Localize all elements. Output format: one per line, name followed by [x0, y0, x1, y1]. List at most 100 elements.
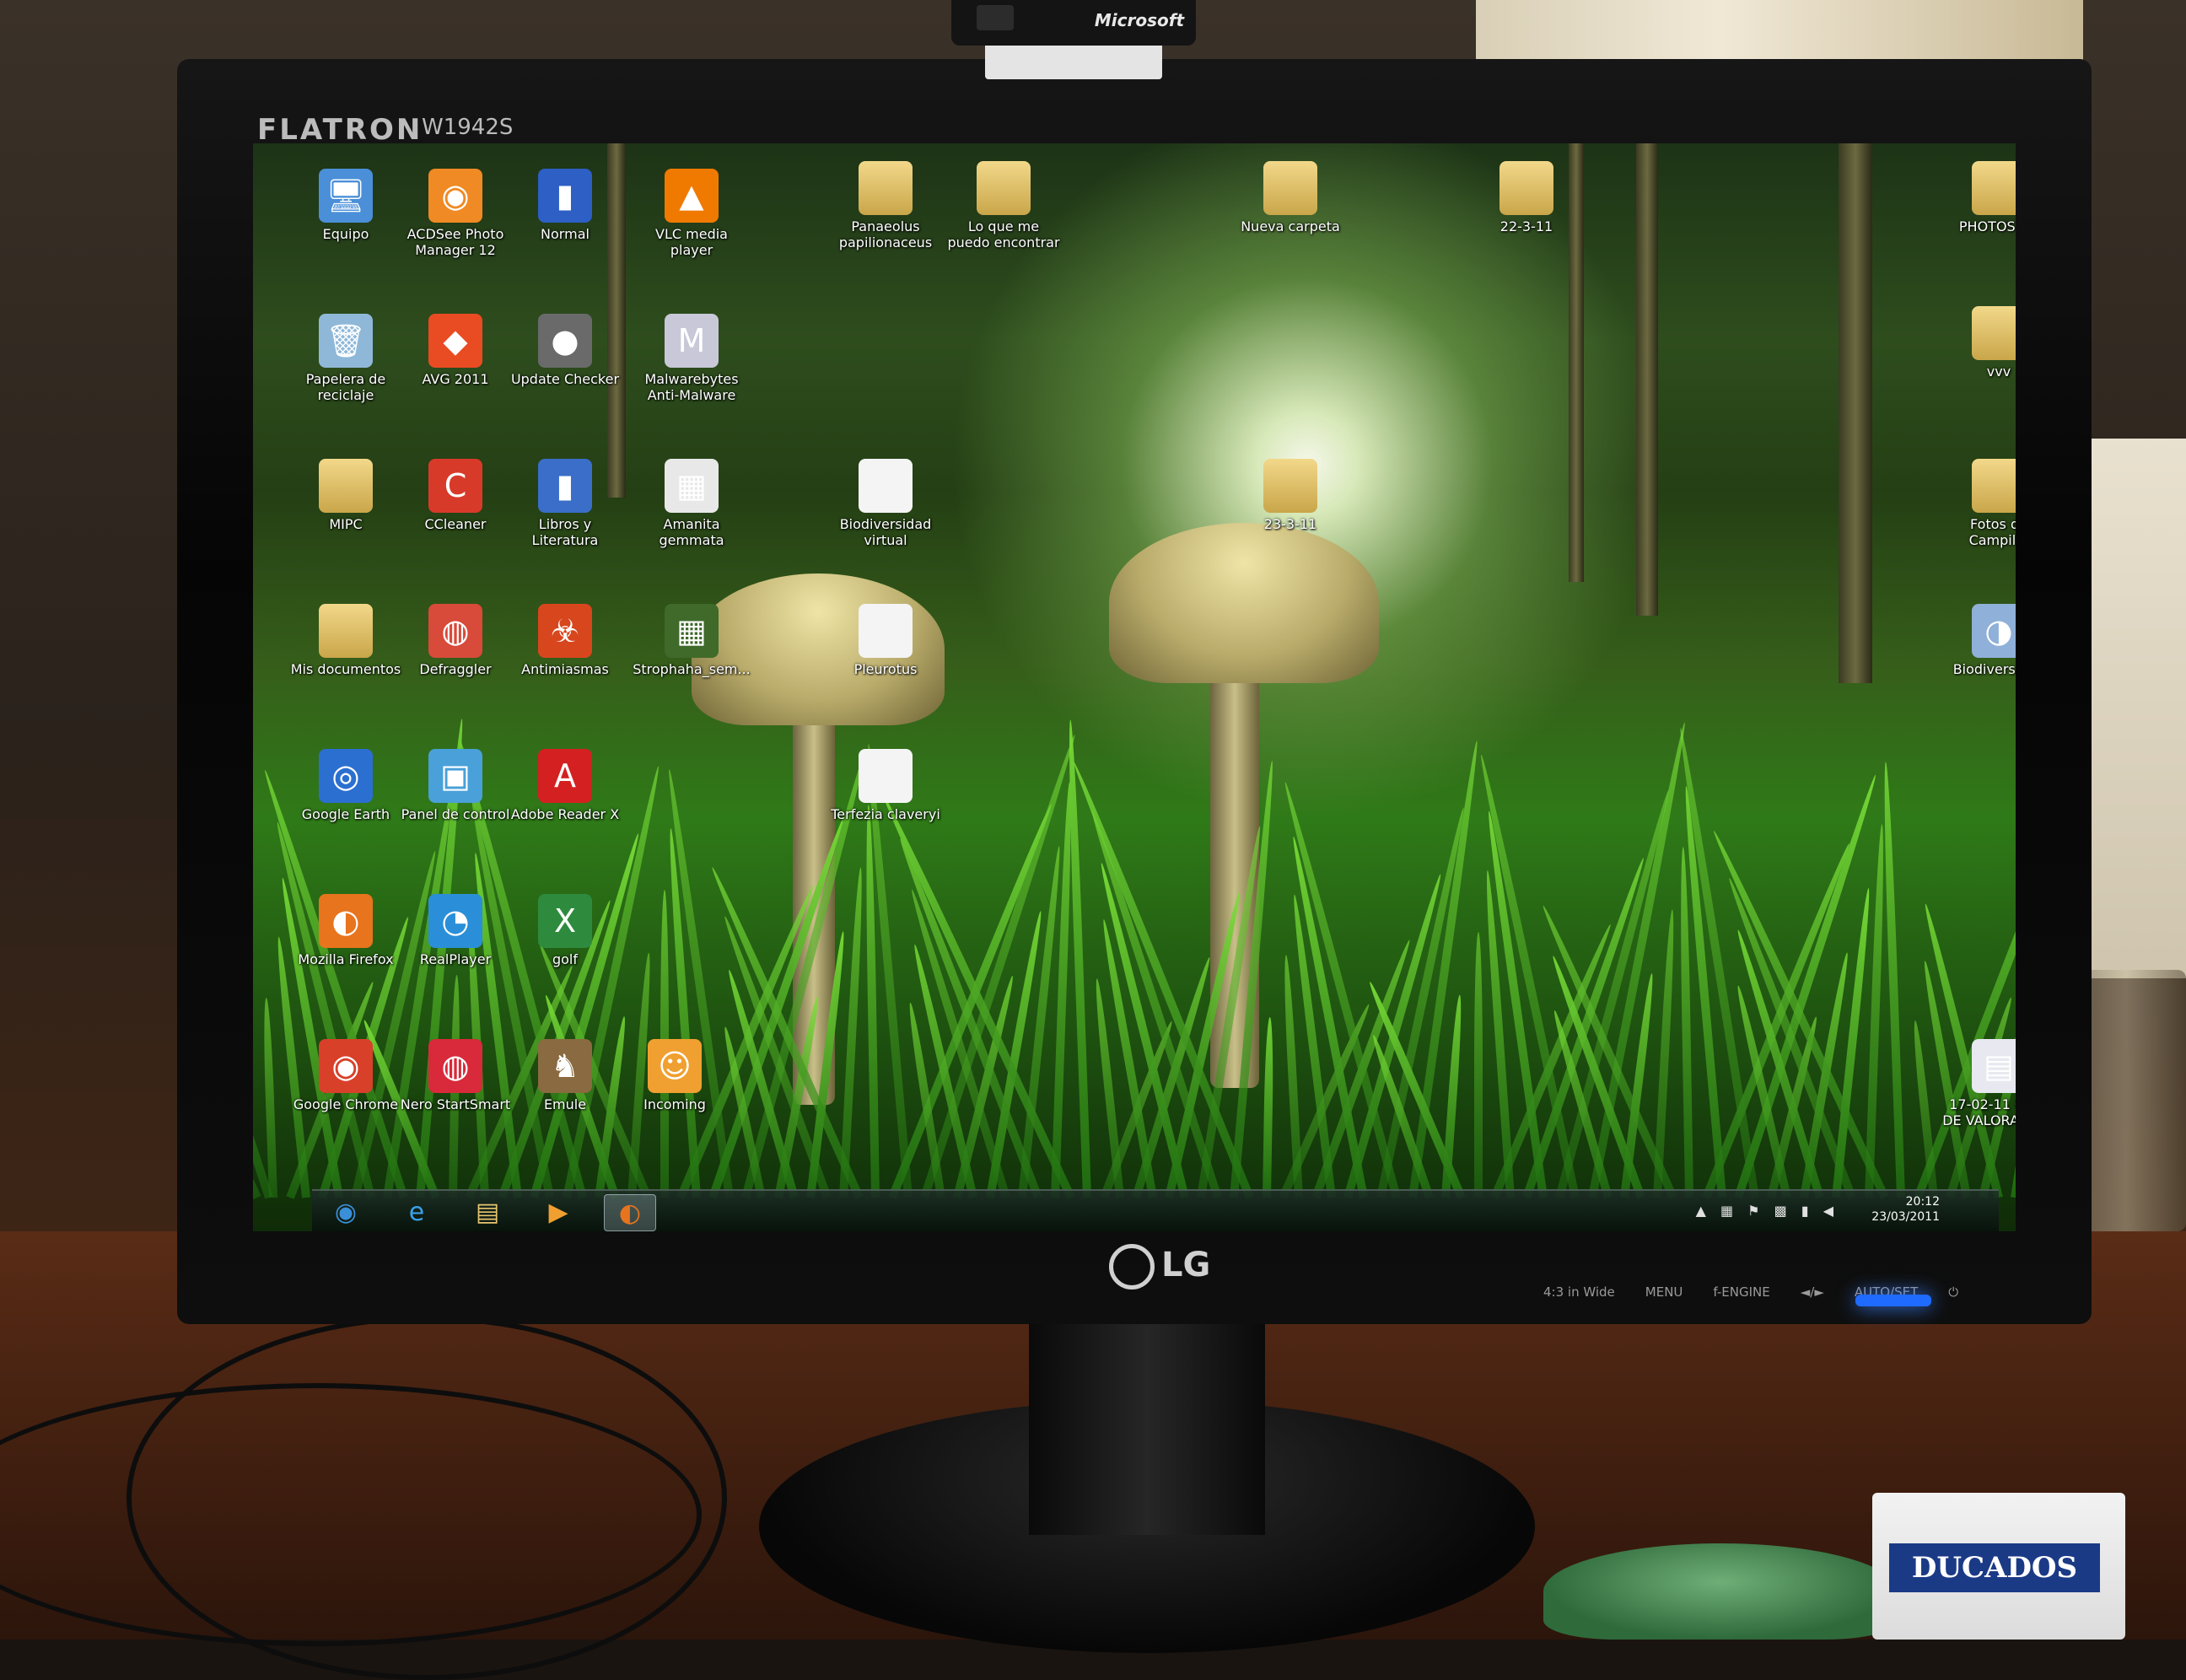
desktop-icon[interactable]: Biodiversidad virtual [826, 459, 945, 548]
desktop-icon[interactable]: C CCleaner [396, 459, 514, 532]
lg-logo-icon [1109, 1244, 1155, 1290]
desktop-icon[interactable]: ▮ Libros y Literatura [506, 459, 624, 548]
desktop-icon[interactable]: ▣ Panel de control [396, 749, 514, 822]
update-checker-icon: ● [538, 314, 592, 368]
monitor-button-label[interactable]: 4:3 in Wide [1543, 1284, 1615, 1300]
book-icon: ▮ [538, 459, 592, 513]
monitor-button-label[interactable]: ⏻ [1948, 1284, 1958, 1300]
desktop-icon[interactable]: ◆ AVG 2011 [396, 314, 514, 387]
desktop-icon[interactable]: ◑ Biodiversidad [1940, 604, 2016, 677]
desktop-icon[interactable]: ♞ Emule [506, 1039, 624, 1112]
desktop-icon[interactable]: 🗑 Papelera de reciclaje [287, 314, 405, 403]
desktop-icon[interactable]: ▮ Normal [506, 169, 624, 242]
grass-blade [1282, 955, 1304, 1198]
grass-blade [1473, 932, 1483, 1198]
desktop-icon[interactable]: ◐ Mozilla Firefox [287, 894, 405, 967]
desktop-icon-label: AVG 2011 [422, 371, 489, 387]
mushroom-cap [1109, 523, 1379, 683]
document-icon [859, 604, 913, 658]
desktop-icon[interactable]: ▤17-02-11 GUIA DE VALORACIO... [1940, 1039, 2016, 1128]
malwarebytes-icon: M [665, 314, 719, 368]
file-explorer-icon[interactable]: ▤ [462, 1194, 513, 1230]
defraggler-icon: ◍ [428, 604, 482, 658]
power-led [1855, 1295, 1931, 1306]
monitor-button-label[interactable]: ◄/► [1801, 1284, 1824, 1300]
desktop-icon[interactable]: ◉ Google Chrome [287, 1039, 405, 1112]
google-earth-icon: ◎ [319, 749, 373, 803]
desktop-icon[interactable]: Nueva carpeta [1231, 161, 1349, 234]
desktop-icon[interactable]: PHOTOS AA [1940, 161, 2016, 234]
desktop-icon-label: Equipo [322, 226, 369, 242]
desktop-icon[interactable]: ◔ RealPlayer [396, 894, 514, 967]
desktop-icon[interactable]: 🖥 Equipo [287, 169, 405, 242]
desktop-icon-label: 22-3-11 [1500, 218, 1553, 235]
desktop-icon[interactable]: ◍ Nero StartSmart [396, 1039, 514, 1112]
desktop-icon-label: golf [552, 951, 579, 967]
cigarette-brand: DUCADOS [1889, 1543, 2100, 1592]
desktop-icon-label: ACDSee Photo Manager 12 [407, 226, 504, 258]
desktop-icon[interactable]: MIPC [287, 459, 405, 532]
desktop-icon[interactable]: Pleurotus [826, 604, 945, 677]
webcam-lens [977, 5, 1014, 30]
brand-text: LG [1161, 1246, 1211, 1284]
nero-icon: ◍ [428, 1039, 482, 1093]
desktop-icon[interactable]: vvv [1940, 306, 2016, 380]
ashtray [1543, 1543, 1898, 1640]
internet-explorer-icon[interactable]: e [391, 1194, 442, 1230]
desktop-icon-label: Normal [541, 226, 590, 242]
book-icon: ▮ [538, 169, 592, 223]
monitor-model: W1942S [422, 115, 514, 140]
desktop-icon[interactable]: Xgolf [506, 894, 624, 967]
webcam-brand: Microsoft [1094, 10, 1184, 30]
folder-icon [1263, 161, 1317, 216]
desktop-icon[interactable]: ▲ VLC media player [633, 169, 751, 258]
taskbar-clock[interactable]: 20:12 23/03/2011 [1871, 1194, 1940, 1225]
desktop-icon[interactable]: Lo que me puedo encontrar [945, 161, 1063, 250]
computer-icon: 🖥 [319, 169, 373, 223]
firefox-icon[interactable]: ◐ [604, 1194, 656, 1231]
desktop-icon-label: Libros y Literatura [531, 516, 599, 548]
system-tray-icons[interactable]: ▲ ▦ ⚑ ▩ ▮ ◀ [1696, 1203, 1839, 1219]
desktop-screen: 🖥 Equipo ◉ ACDSee Photo Manager 12 ▮ Normal ▲ V… [253, 143, 2016, 1231]
desktop-icon[interactable]: Panaeolus papilionaceus [826, 161, 945, 250]
desktop-icon[interactable]: ◍ Defraggler [396, 604, 514, 677]
desktop-icon-label: 23-3-11 [1263, 516, 1317, 532]
desktop-icon-label: MIPC [329, 516, 363, 532]
realplayer-icon: ◔ [428, 894, 482, 948]
folder-icon [1972, 459, 2016, 513]
recycle-bin-icon: 🗑 [319, 314, 373, 368]
desktop-icon[interactable]: 23-3-11 [1231, 459, 1349, 532]
smiley-icon: ☺ [648, 1039, 702, 1093]
folder-icon [1972, 306, 2016, 361]
monitor-button-label[interactable]: MENU [1645, 1284, 1683, 1300]
desktop-icon[interactable]: Fotos de Campil... [1940, 459, 2016, 548]
start-orb-icon[interactable]: ◉ [320, 1194, 371, 1230]
desktop-icon[interactable]: ◎ Google Earth [287, 749, 405, 822]
desktop-icon-label: CCleaner [424, 516, 487, 532]
desktop-icon-label: Defraggler [419, 661, 492, 677]
desktop-icon[interactable]: M Malwarebytes Anti-Malware [633, 314, 751, 403]
taskbar: ◉ e ▤ ▶ ◐ ▲ ▦ ⚑ ▩ ▮ ◀ 20:12 23/03/2011 [312, 1189, 1999, 1231]
desktop-icon[interactable]: 22-3-11 [1467, 161, 1586, 234]
desktop-icon-label: Biodiversidad [1952, 661, 2016, 677]
grass-blade [1262, 1016, 1274, 1198]
desktop-icon[interactable]: ▦ Strophaha_sem... [633, 604, 751, 677]
desktop-icon-label: Mozilla Firefox [298, 951, 394, 967]
desktop-icon-label: Panaeolus papilionaceus [838, 218, 933, 251]
vlc-cone-icon: ▲ [665, 169, 719, 223]
desktop-icon-label: Amanita gemmata [659, 516, 724, 548]
cigarette-box: DUCADOS [1872, 1493, 2125, 1640]
monitor-button-label[interactable]: f-ENGINE [1713, 1284, 1769, 1300]
desktop-icon[interactable]: ☺ Incoming [616, 1039, 734, 1112]
desktop-icon[interactable]: ◉ ACDSee Photo Manager 12 [396, 169, 514, 258]
desktop-icon[interactable]: ▦ Amanita gemmata [633, 459, 751, 548]
desktop-icon[interactable]: ☣ Antimiasmas [506, 604, 624, 677]
desktop-icon[interactable]: ● Update Checker [506, 314, 624, 387]
desktop-icon[interactable]: Terfezia claveryi [826, 749, 945, 822]
desktop-icon[interactable]: A Adobe Reader X [506, 749, 624, 822]
grass-blade [2011, 867, 2016, 1198]
folder-icon [319, 459, 373, 513]
media-player-icon[interactable]: ▶ [533, 1194, 584, 1230]
chrome-icon: ◉ [319, 1039, 373, 1093]
desktop-icon[interactable]: Mis documentos [287, 604, 405, 677]
